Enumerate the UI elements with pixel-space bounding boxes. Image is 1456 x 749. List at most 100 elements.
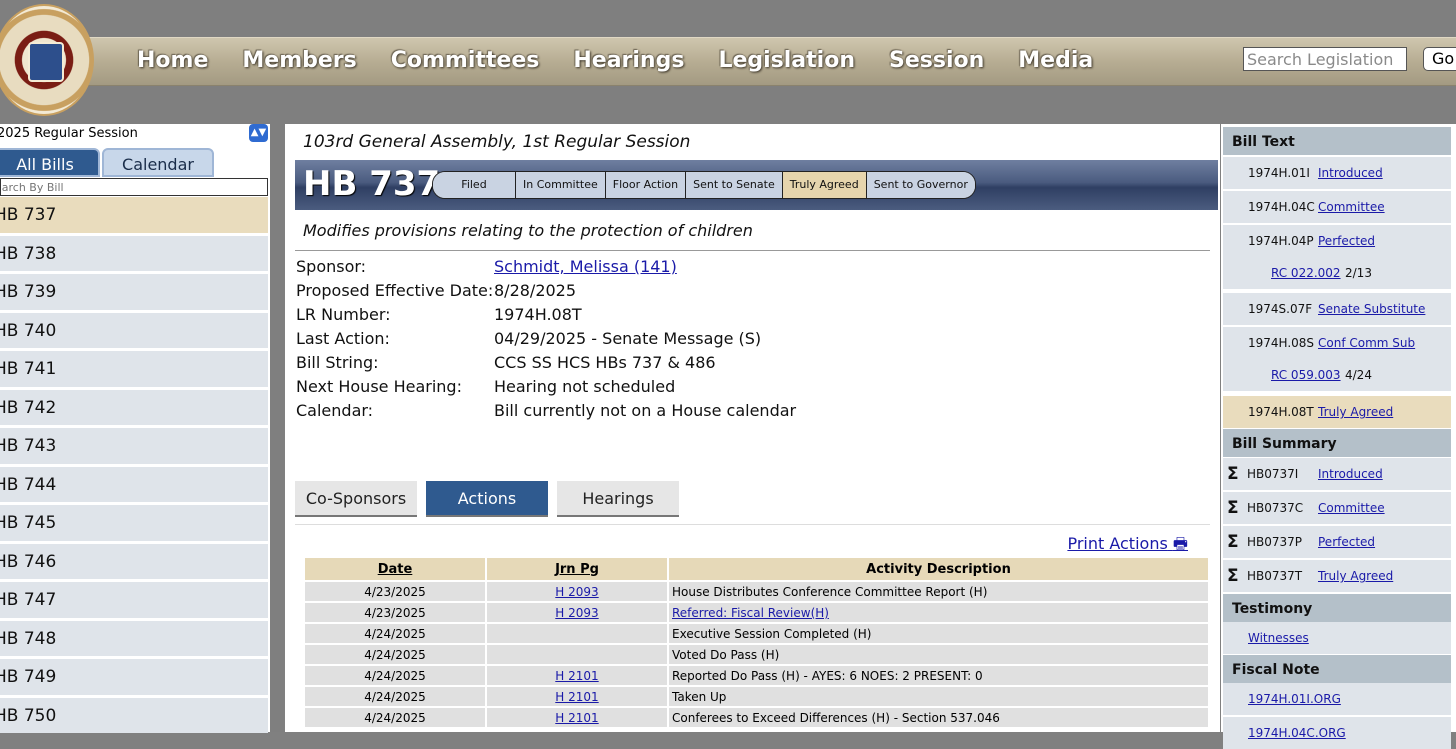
roll-call-item: RC 059.003 4/24 (1223, 359, 1451, 391)
bill-list-item[interactable]: HB 744 (0, 466, 268, 502)
bill-list-item[interactable]: HB 738 (0, 235, 268, 271)
stage-floor-action: Floor Action (605, 172, 687, 198)
bill-list-item[interactable]: HB 749 (0, 659, 268, 695)
fiscal-note-link[interactable]: 1974H.01I.ORG (1248, 683, 1341, 715)
summary-link[interactable]: Introduced (1318, 458, 1383, 490)
bill-text-link[interactable]: Truly Agreed (1318, 396, 1393, 428)
bill-status-tracker: Filed In Committee Floor Action Sent to … (432, 171, 976, 199)
bill-list-item[interactable]: HB 748 (0, 620, 268, 656)
bill-text-link[interactable]: Introduced (1318, 157, 1383, 189)
bill-text-code: 1974H.08S (1248, 336, 1315, 350)
table-row: 4/24/2025 Voted Do Pass (H) (305, 643, 1208, 664)
bill-list-item[interactable]: HB 739 (0, 274, 268, 310)
column-header-date[interactable]: Date (305, 558, 487, 580)
tab-all-bills[interactable]: All Bills (0, 148, 100, 177)
table-row: 4/24/2025 Executive Session Completed (H… (305, 622, 1208, 643)
summary-sigma-icon: Σ (1227, 464, 1239, 484)
journal-page-link[interactable]: H 2101 (555, 669, 598, 683)
bill-list-item[interactable]: HB 746 (0, 543, 268, 579)
bill-list-label: HB 741 (0, 359, 57, 379)
sponsor-link[interactable]: Schmidt, Melissa (141) (494, 255, 677, 279)
summary-link[interactable]: Truly Agreed (1318, 560, 1393, 592)
tab-calendar[interactable]: Calendar (102, 148, 214, 177)
bill-list-item[interactable]: HB 741 (0, 351, 268, 387)
journal-page-link[interactable]: H 2101 (555, 711, 598, 725)
stage-truly-agreed: Truly Agreed (782, 172, 867, 198)
bill-number: HB 737 (303, 164, 441, 204)
table-row: 4/24/2025 H 2101 Taken Up (305, 685, 1208, 706)
actions-table: Date Jrn Pg Activity Description 4/23/20… (305, 558, 1208, 727)
nav-members[interactable]: Members (225, 48, 373, 73)
bill-text-code: 1974H.04P (1248, 234, 1314, 248)
summary-sigma-icon: Σ (1227, 566, 1239, 586)
bill-text-code: 1974H.08T (1248, 405, 1314, 419)
tab-co-sponsors[interactable]: Co-Sponsors (295, 481, 417, 517)
session-select[interactable]: 2025 Regular Session ▲▼ (0, 124, 269, 143)
testimony-item: Witnesses (1223, 622, 1451, 654)
effective-date-value: 8/28/2025 (494, 281, 577, 300)
main-nav: Home Members Committees Hearings Legisla… (120, 37, 1110, 84)
action-date: 4/24/2025 (305, 706, 487, 727)
action-date: 4/23/2025 (305, 580, 487, 601)
summary-link[interactable]: Committee (1318, 492, 1385, 524)
bill-list: HB 737 HB 738 HB 739 HB 740 HB 741 HB 74… (0, 197, 268, 736)
roll-call-link[interactable]: RC 022.002 (1271, 257, 1341, 289)
sponsor-label: Sponsor: (296, 257, 367, 276)
roll-call-link[interactable]: RC 059.003 (1271, 359, 1341, 391)
search-legislation-input[interactable] (1243, 47, 1407, 71)
last-action-label: Last Action: (296, 329, 390, 348)
session-select-value: 2025 Regular Session (0, 126, 138, 141)
select-arrows-icon: ▲▼ (249, 124, 268, 142)
bill-list-tabs: All Bills Calendar (0, 148, 270, 178)
stage-sent-to-governor: Sent to Governor (866, 172, 975, 198)
printer-icon: 🖶 (1172, 534, 1188, 553)
search-by-bill-input[interactable] (0, 178, 268, 196)
bill-text-link[interactable]: Senate Substitute (1318, 293, 1425, 325)
bill-list-label: HB 749 (0, 667, 57, 687)
nav-media[interactable]: Media (1001, 48, 1110, 73)
bill-string-label: Bill String: (296, 353, 379, 372)
tab-hearings[interactable]: Hearings (557, 481, 679, 517)
nav-legislation[interactable]: Legislation (701, 48, 872, 73)
action-description: Conferees to Exceed Differences (H) - Se… (669, 706, 1208, 727)
journal-page-link[interactable]: H 2101 (555, 690, 598, 704)
bill-list-item[interactable]: HB 750 (0, 697, 268, 733)
bill-text-item: 1974H.04C Committee (1223, 191, 1451, 223)
bill-list-label: HB 738 (0, 243, 57, 264)
print-actions-link[interactable]: Print Actions 🖶 (1067, 533, 1188, 560)
journal-page-link[interactable]: H 2093 (555, 585, 598, 599)
roll-call-date: 2/13 (1345, 266, 1372, 280)
bill-text-link[interactable]: Conf Comm Sub (1318, 327, 1415, 359)
bill-list-item[interactable]: HB 747 (0, 582, 268, 618)
next-hearing-value: Hearing not scheduled (494, 377, 676, 396)
table-row: 4/23/2025 H 2093 Referred: Fiscal Review… (305, 601, 1208, 622)
tab-actions[interactable]: Actions (426, 481, 548, 517)
bill-list-item[interactable]: HB 745 (0, 505, 268, 541)
action-description: Executive Session Completed (H) (669, 622, 1208, 643)
last-action-value: 04/29/2025 - Senate Message (S) (494, 329, 762, 348)
bill-documents-sidebar: Bill Text 1974H.01I Introduced 1974H.04C… (1221, 124, 1456, 749)
summary-sigma-icon: Σ (1227, 532, 1239, 552)
nav-hearings[interactable]: Hearings (556, 48, 701, 73)
journal-page-link[interactable]: H 2093 (555, 606, 598, 620)
fiscal-note-link[interactable]: 1974H.04C.ORG (1248, 717, 1346, 749)
bill-list-item[interactable]: HB 743 (0, 428, 268, 464)
bill-list-item[interactable]: HB 742 (0, 389, 268, 425)
print-actions-label: Print Actions (1067, 534, 1168, 553)
column-header-jrn-pg[interactable]: Jrn Pg (487, 558, 669, 580)
bill-text-item: 1974H.04P Perfected (1223, 225, 1451, 257)
bill-text-link[interactable]: Perfected (1318, 225, 1375, 257)
action-description-link[interactable]: Referred: Fiscal Review(H) (672, 606, 829, 620)
witnesses-link[interactable]: Witnesses (1248, 622, 1309, 654)
summary-code: HB0737I (1247, 467, 1299, 481)
nav-committees[interactable]: Committees (374, 48, 557, 73)
summary-link[interactable]: Perfected (1318, 526, 1375, 558)
nav-home[interactable]: Home (120, 48, 225, 73)
bill-list-item-selected[interactable]: HB 737 (0, 197, 268, 233)
bill-list-item[interactable]: HB 740 (0, 312, 268, 348)
nav-session[interactable]: Session (872, 48, 1001, 73)
divider (295, 250, 1210, 251)
bill-text-link[interactable]: Committee (1318, 191, 1385, 223)
go-button[interactable]: Go (1423, 47, 1456, 71)
bill-summary-item: Σ HB0737I Introduced (1223, 458, 1451, 490)
